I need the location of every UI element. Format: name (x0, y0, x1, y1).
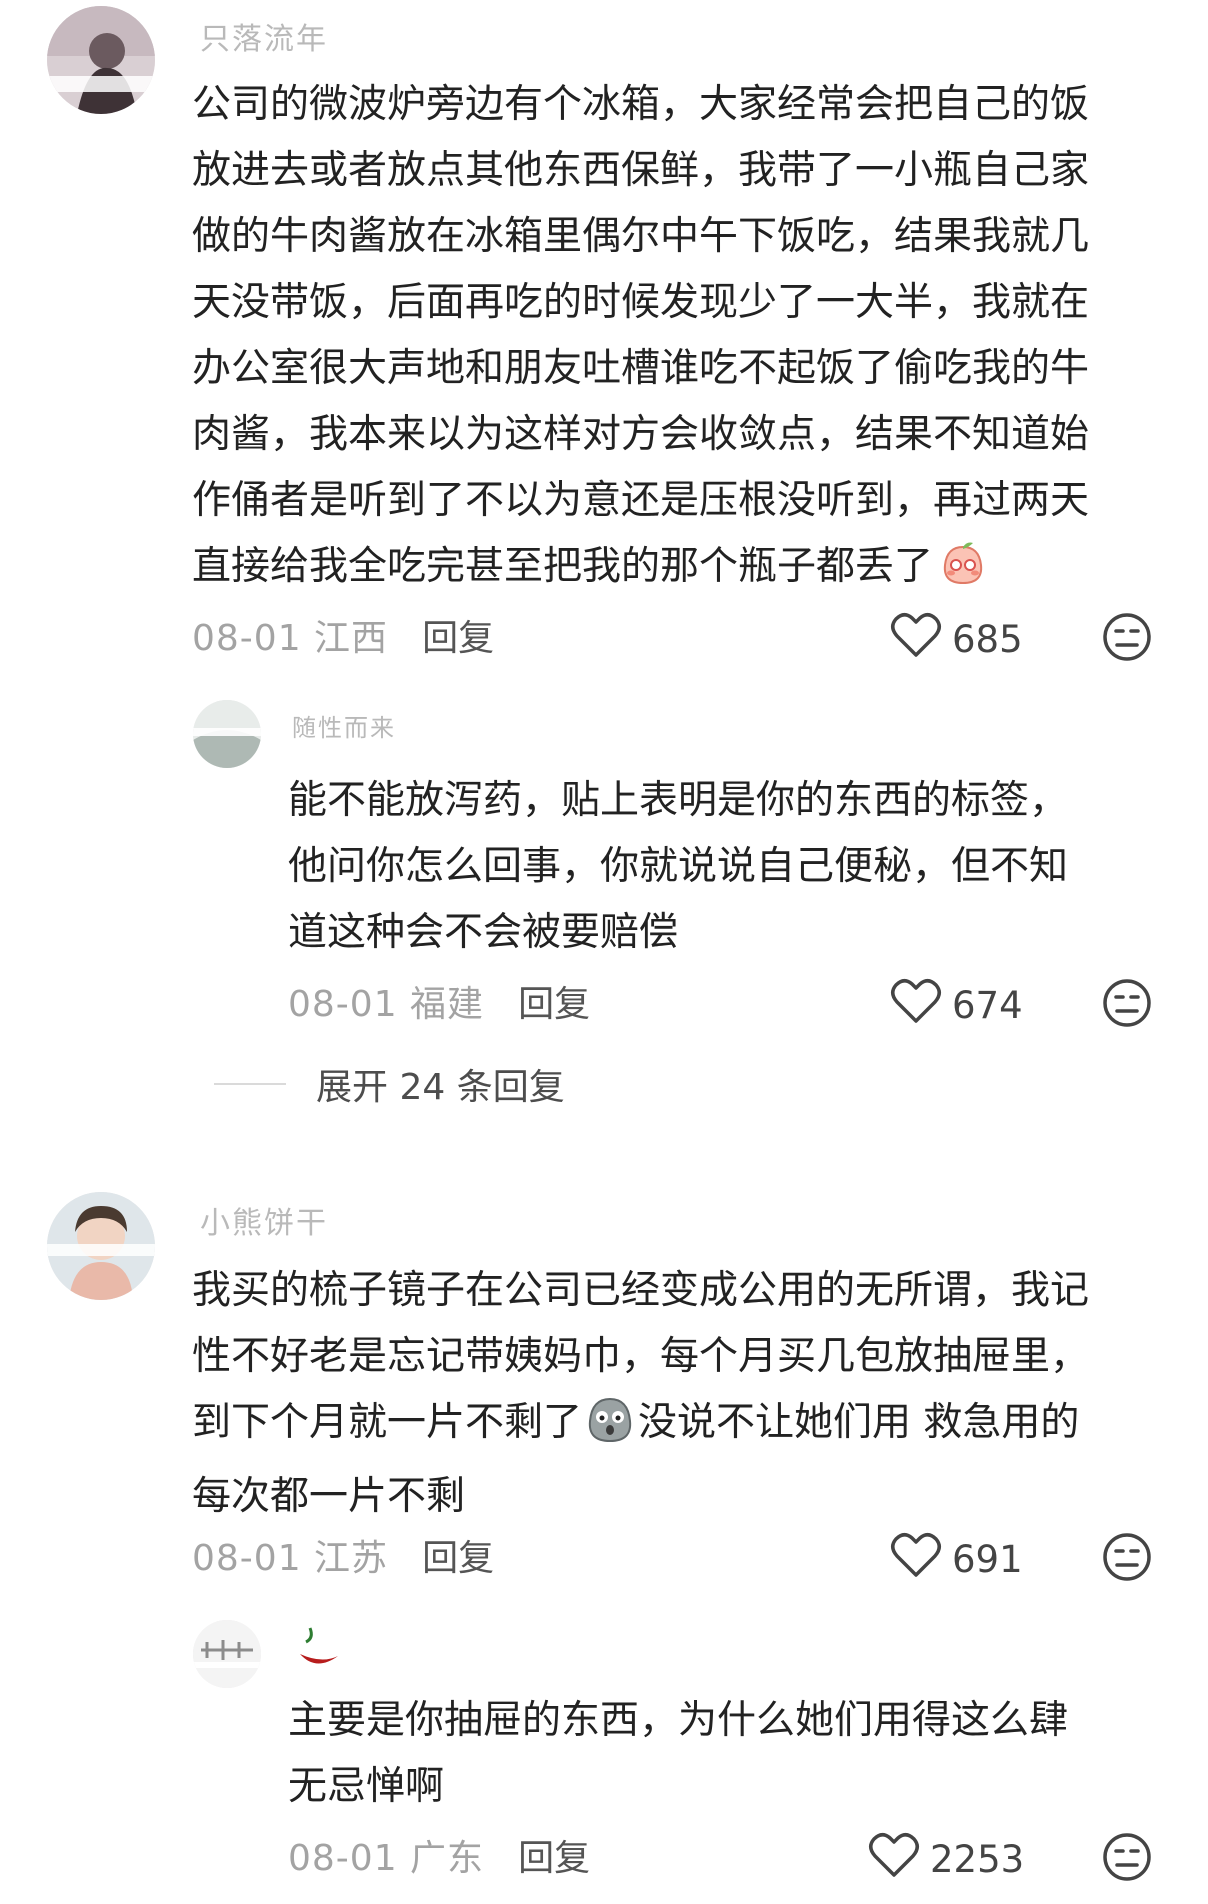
like-count: 691 (952, 1538, 1023, 1581)
comment-author[interactable]: 只落流年 (200, 14, 328, 58)
avatar[interactable] (47, 1192, 155, 1300)
comment-line: 公司的微波炉旁边有个冰箱，大家经常会把自己的饭 (192, 82, 1090, 127)
comment-line: 我买的梳子镜子在公司已经变成公用的无所谓，我记 (192, 1268, 1090, 1313)
heart-outline-icon (868, 1832, 930, 1887)
comment-line: 放进去或者放点其他东西保鲜，我带了一小瓶自己家 (192, 148, 1090, 193)
comment-line: 道这种会不会被要赔偿 (288, 910, 679, 955)
expand-replies-label: 展开 24 条回复 (316, 1067, 565, 1108)
date-location: 08-01 福建 (288, 984, 485, 1025)
comment-line: 天没带饭，后面再吃的时候发现少了一大半，我就在 (192, 280, 1090, 325)
divider (214, 1083, 286, 1085)
neutral-face-icon (1102, 613, 1152, 666)
comment-line-text: 到下个月就一片不剩了 (192, 1400, 583, 1445)
comment-line: 每次都一片不剩 (192, 1474, 466, 1519)
comment-text: 主要是你抽屉的东西，为什么她们用得这么肆 无忌惮啊 (288, 1688, 1068, 1820)
like-count: 2253 (930, 1838, 1025, 1881)
date-location: 08-01 江西 (192, 618, 389, 659)
like-button[interactable]: 2253 (868, 1832, 1024, 1887)
expand-replies-button[interactable]: 展开 24 条回复 (214, 1058, 565, 1110)
comment-text: 我买的梳子镜子在公司已经变成公用的无所谓，我记 性不好老是忘记带姨妈巾，每个月买… (192, 1258, 1089, 1530)
comment-line-tail: 没说不让她们用 救急用的 (638, 1400, 1080, 1445)
comment-meta: 08-01 江西 回复 (192, 609, 494, 661)
comment-meta: 08-01 广东 回复 (288, 1829, 590, 1881)
reply-button[interactable]: 回复 (518, 1829, 590, 1881)
comment-line: 办公室很大声地和朋友吐槽谁吃不起饭了偷吃我的牛 (192, 346, 1090, 391)
reply-button[interactable]: 回复 (422, 609, 494, 661)
dislike-button[interactable] (1102, 1832, 1152, 1886)
comment-text: 公司的微波炉旁边有个冰箱，大家经常会把自己的饭 放进去或者放点其他东西保鲜，我带… (192, 72, 1089, 608)
shocked-face-emoji (586, 1395, 634, 1464)
like-count: 685 (952, 618, 1023, 661)
comment-line: 性不好老是忘记带姨妈巾，每个月买几包放抽屉里， (192, 1334, 1090, 1379)
avatar[interactable] (193, 700, 261, 768)
dislike-button[interactable] (1102, 612, 1152, 666)
comment-meta: 08-01 福建 回复 (288, 975, 590, 1027)
comment-line: 做的牛肉酱放在冰箱里偶尔中午下饭吃，结果我就几 (192, 214, 1090, 259)
like-button[interactable]: 674 (890, 978, 1023, 1033)
comment-line: 作俑者是听到了不以为意还是压根没听到，再过两天 (192, 478, 1090, 523)
like-count: 674 (952, 984, 1023, 1027)
dislike-button[interactable] (1102, 978, 1152, 1032)
avatar[interactable] (193, 1620, 261, 1688)
like-button[interactable]: 691 (890, 1532, 1023, 1587)
blushing-peach-emoji (939, 539, 987, 608)
comment-line: 到下个月就一片不剩了 没说不让她们用 救急用的 (192, 1390, 1089, 1464)
avatar[interactable] (47, 6, 155, 114)
heart-outline-icon (890, 1532, 952, 1587)
comment-line: 能不能放泻药，贴上表明是你的东西的标签， (288, 778, 1069, 823)
neutral-face-icon (1102, 1533, 1152, 1586)
comment-line: 肉酱，我本来以为这样对方会收敛点，结果不知道始 (192, 412, 1090, 457)
dislike-button[interactable] (1102, 1532, 1152, 1586)
comment-text: 能不能放泻药，贴上表明是你的东西的标签， 他问你怎么回事，你就说说自己便秘，但不… (288, 768, 1068, 966)
comment-line: 直接给我全吃完甚至把我的那个瓶子都丢了 (192, 534, 1089, 608)
neutral-face-icon (1102, 1833, 1152, 1886)
reply-button[interactable]: 回复 (518, 975, 590, 1027)
heart-outline-icon (890, 978, 952, 1033)
comment-line-text: 直接给我全吃完甚至把我的那个瓶子都丢了 (192, 544, 934, 589)
reply-button[interactable]: 回复 (422, 1529, 494, 1581)
comment-meta: 08-01 江苏 回复 (192, 1529, 494, 1581)
date-location: 08-01 广东 (288, 1838, 485, 1879)
comment-line: 无忌惮啊 (288, 1764, 445, 1809)
neutral-face-icon (1102, 979, 1152, 1032)
avatar-mark (296, 1624, 342, 1674)
comment-author[interactable]: 小熊饼干 (200, 1198, 328, 1242)
date-location: 08-01 江苏 (192, 1538, 389, 1579)
comment-author[interactable]: 随性而来 (292, 708, 396, 743)
like-button[interactable]: 685 (890, 612, 1023, 667)
comment-line: 他问你怎么回事，你就说说自己便秘，但不知 (288, 844, 1069, 889)
comment-line: 主要是你抽屉的东西，为什么她们用得这么肆 (288, 1698, 1069, 1743)
heart-outline-icon (890, 612, 952, 667)
